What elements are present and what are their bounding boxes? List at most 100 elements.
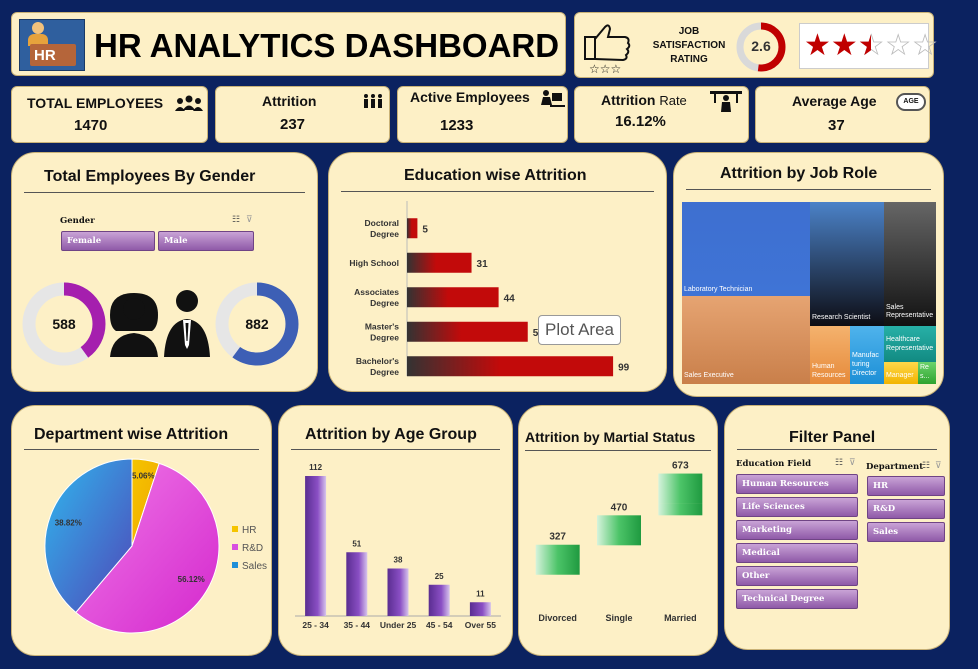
header-panel: HR HR ANALYTICS DASHBOARD bbox=[11, 12, 566, 76]
marital-bar-connector bbox=[658, 503, 703, 516]
age-category-label: 25 - 34 bbox=[302, 620, 329, 630]
marital-waterfall-chart: 327 Divorced 470 Single 673 Married bbox=[535, 461, 703, 623]
multi-select-icon[interactable]: ☷ bbox=[922, 460, 930, 471]
education-title: Education wise Attrition bbox=[404, 167, 587, 184]
female-count: 588 bbox=[52, 316, 76, 332]
tile-sales-executive[interactable]: Sales Executive bbox=[682, 296, 810, 384]
pie-data-label: 5.06% bbox=[132, 472, 155, 481]
education-bar[interactable] bbox=[407, 252, 472, 273]
age-bar[interactable] bbox=[346, 552, 368, 616]
education-category-label: Bachelor's Degree bbox=[356, 356, 399, 377]
multi-select-icon[interactable]: ☷ bbox=[835, 457, 843, 468]
age-value-label: 25 bbox=[435, 572, 444, 581]
multi-select-icon[interactable]: ☷ bbox=[232, 214, 240, 225]
rating-value: 2.6 bbox=[751, 38, 771, 54]
age-value-label: 38 bbox=[394, 556, 403, 565]
gender-donuts: 588 882 bbox=[22, 282, 299, 366]
tile-manager[interactable]: Manager bbox=[884, 362, 918, 384]
clear-filter-icon[interactable]: ⊽ bbox=[849, 457, 856, 468]
svg-text:☆☆☆: ☆☆☆ bbox=[589, 62, 621, 75]
marital-value-label: 327 bbox=[549, 532, 566, 543]
department-option[interactable]: HR bbox=[867, 476, 945, 496]
agegroup-bar-chart: 112 25 - 34 51 35 - 44 38 Under 25 25 45 - 54 11… bbox=[295, 463, 501, 630]
hr-logo-icon: HR bbox=[19, 19, 85, 71]
education-field-option[interactable]: Marketing bbox=[736, 520, 858, 540]
age-value-label: 112 bbox=[309, 463, 322, 472]
education-field-option[interactable]: Medical bbox=[736, 543, 858, 563]
marital-value-label: 673 bbox=[672, 461, 689, 472]
education-panel: Education wise Attrition Doctoral Degree 5… bbox=[328, 152, 667, 392]
tile-manufacturing-director[interactable]: Manufac turing Director bbox=[850, 326, 884, 384]
tile-laboratory-technician[interactable]: Laboratory Technician bbox=[682, 202, 810, 296]
age-category-label: 35 - 44 bbox=[344, 620, 371, 630]
rating-stars: ★★☆★☆☆ bbox=[799, 23, 939, 69]
education-field-option[interactable]: Other bbox=[736, 566, 858, 586]
age-value-label: 11 bbox=[476, 589, 485, 598]
education-field-option[interactable]: Human Resources bbox=[736, 474, 858, 494]
age-bar[interactable] bbox=[428, 584, 450, 616]
education-bar[interactable] bbox=[407, 356, 614, 377]
rating-panel: ☆☆☆ JOB SATISFACTION RATING 2.6 ★★☆★☆☆ bbox=[574, 12, 939, 78]
hr-logo-text: HR bbox=[34, 47, 56, 64]
tile-research-director[interactable]: Re s... bbox=[918, 362, 936, 384]
tile-healthcare-representative[interactable]: Healthcare Representative bbox=[884, 326, 936, 362]
star-empty-icon: ☆ bbox=[884, 29, 912, 62]
department-option[interactable]: Sales bbox=[867, 522, 945, 542]
marital-category-label: Married bbox=[664, 613, 697, 623]
clear-filter-icon[interactable]: ⊽ bbox=[246, 214, 253, 225]
tile-sales-representative[interactable]: Sales Representative bbox=[884, 202, 936, 326]
star-empty-icon: ☆ bbox=[911, 29, 939, 62]
pie-data-label: 56.12% bbox=[178, 575, 205, 584]
education-bar[interactable] bbox=[407, 287, 499, 308]
kpi-total-employees: TOTAL EMPLOYEES 1470 bbox=[11, 86, 208, 143]
marital-bar[interactable] bbox=[658, 473, 703, 504]
gender-slicer-header: Gender bbox=[60, 216, 95, 226]
education-bar-chart: Doctoral Degree 5 High School 31 Associates De… bbox=[349, 201, 630, 377]
marital-category-label: Divorced bbox=[538, 613, 577, 623]
age-category-label: Under 25 bbox=[380, 620, 417, 630]
age-bar[interactable] bbox=[305, 476, 327, 616]
kpi-average-age: Average Age 37 AGE bbox=[755, 86, 930, 143]
marital-bar[interactable] bbox=[597, 515, 641, 546]
department-option[interactable]: R&D bbox=[867, 499, 945, 519]
star-filled-icon: ★ bbox=[804, 29, 831, 62]
kpi-active-employees: Active Employees 1233 bbox=[397, 86, 568, 143]
age-category-label: 45 - 54 bbox=[426, 620, 453, 630]
education-value-label: 31 bbox=[477, 259, 489, 270]
clear-filter-icon[interactable]: ⊽ bbox=[935, 460, 942, 471]
page-title: HR ANALYTICS DASHBOARD bbox=[94, 27, 560, 64]
presenter-icon bbox=[710, 91, 742, 112]
department-slicer-header: Department bbox=[866, 462, 924, 472]
gender-option-female[interactable]: Female bbox=[61, 231, 155, 251]
age-badge-icon: AGE bbox=[896, 93, 926, 111]
education-value-label: 99 bbox=[618, 362, 630, 373]
male-person-icon bbox=[164, 290, 210, 357]
department-pie-chart: 5.06% 56.12% 38.82% HR R&D Sales bbox=[44, 458, 267, 634]
education-bar[interactable] bbox=[407, 218, 418, 239]
legend-swatch bbox=[232, 526, 238, 532]
age-bar[interactable] bbox=[469, 602, 491, 616]
marital-category-label: Single bbox=[605, 613, 632, 623]
education-category-label: High School bbox=[349, 258, 399, 268]
tile-research-scientist[interactable]: Research Scientist bbox=[810, 202, 884, 326]
gender-option-male[interactable]: Male bbox=[158, 231, 254, 251]
male-count: 882 bbox=[245, 316, 269, 332]
tile-human-resources[interactable]: Human Resources bbox=[810, 326, 850, 384]
marital-panel: Attrition by Martial Status 327 Divorced 4… bbox=[518, 405, 718, 656]
age-value-label: 51 bbox=[352, 539, 361, 548]
education-field-option[interactable]: Life Sciences bbox=[736, 497, 858, 517]
education-value-label: 5 bbox=[422, 224, 428, 235]
education-field-option[interactable]: Technical Degree bbox=[736, 589, 858, 609]
department-title: Department wise Attrition bbox=[34, 426, 229, 443]
age-bar[interactable] bbox=[387, 568, 409, 617]
people-leaving-icon bbox=[364, 94, 382, 108]
agegroup-panel: Attrition by Age Group 112 25 - 34 51 35 - … bbox=[278, 405, 513, 656]
marital-bar[interactable] bbox=[535, 544, 580, 575]
education-bar[interactable] bbox=[407, 321, 528, 342]
age-category-label: Over 55 bbox=[465, 620, 496, 630]
gender-panel: Total Employees By Gender Gender ☷ ⊽ Fem… bbox=[11, 152, 318, 392]
jobrole-title: Attrition by Job Role bbox=[720, 165, 878, 182]
jobrole-panel: Attrition by Job Role Laboratory Technic… bbox=[673, 152, 944, 397]
marital-value-label: 470 bbox=[611, 502, 628, 513]
education-category-label: Master's Degree bbox=[365, 321, 399, 342]
